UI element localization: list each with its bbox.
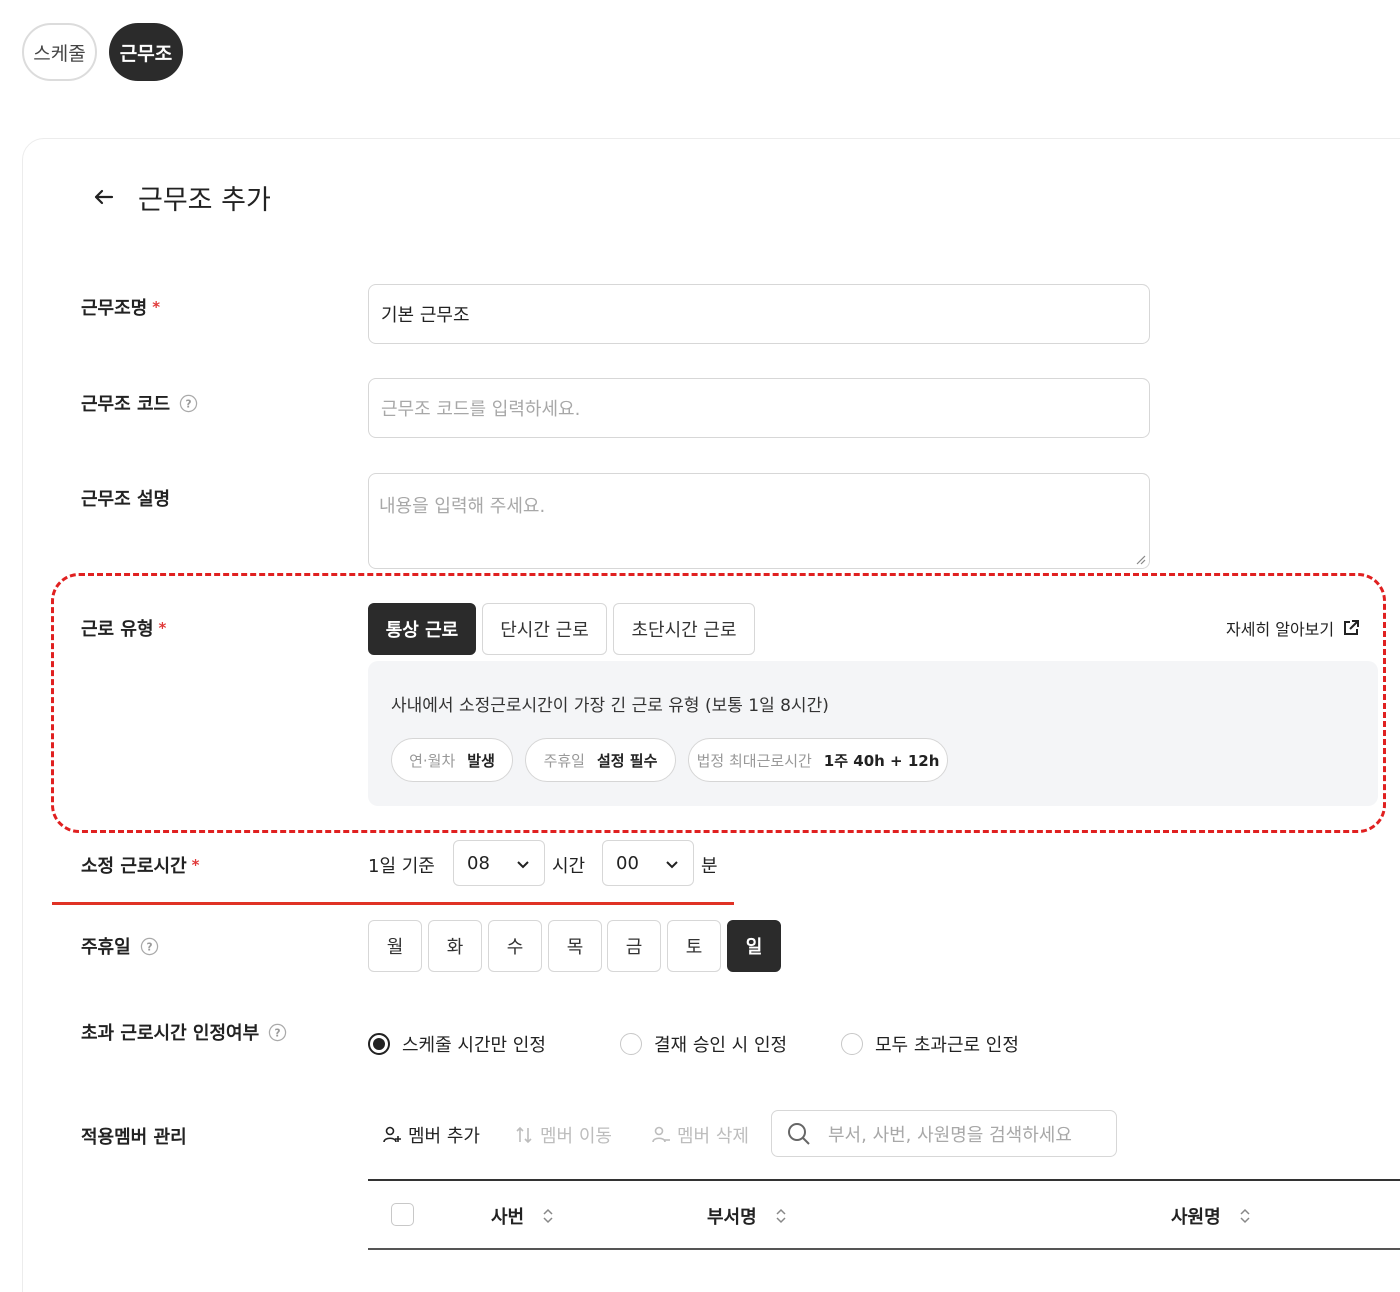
svg-text:?: ? [146,941,152,953]
sort-icon[interactable] [1239,1207,1251,1225]
overtime-option-schedule-only[interactable]: 스케줄 시간만 인정 [368,1031,546,1057]
work-type-description: 사내에서 소정근로시간이 가장 긴 근로 유형 (보통 1일 8시간) [391,696,829,716]
member-search-input[interactable]: 부서, 사번, 사원명을 검색하세요 [771,1110,1117,1157]
work-type-part-time[interactable]: 단시간 근로 [482,603,607,655]
shift-description-textarea[interactable]: 내용을 입력해 주세요. [368,473,1150,569]
radio-unselected[interactable] [620,1033,642,1055]
table-header-bottom-border [368,1248,1400,1250]
add-user-icon [383,1126,401,1143]
work-hours-label: 소정 근로시간 * [81,856,200,877]
hours-select[interactable]: 08 [453,840,545,886]
shift-name-label: 근무조명 * [81,298,161,319]
add-member-button[interactable]: 멤버 추가 [382,1122,480,1148]
day-thu[interactable]: 목 [548,920,602,972]
weekly-holiday-label: 주휴일 ? [81,933,159,959]
page-title: 근무조 추가 [138,185,271,216]
work-type-label: 근로 유형 * [81,619,167,640]
shift-name-input[interactable]: 기본 근무조 [368,284,1150,344]
remove-user-icon [652,1126,670,1143]
work-type-short-time[interactable]: 초단시간 근로 [613,603,755,655]
chip-annual-leave: 연·월차 발생 [391,738,513,782]
shift-description-label: 근무조 설명 [81,489,171,510]
work-type-regular[interactable]: 통상 근로 [368,603,476,655]
description-placeholder: 내용을 입력해 주세요. [379,496,546,517]
hours-unit: 시간 [552,856,586,877]
column-department[interactable]: 부서명 [707,1203,787,1229]
column-employee-name[interactable]: 사원명 [1171,1203,1251,1229]
resize-handle-icon[interactable] [1134,553,1146,565]
sort-icon[interactable] [542,1207,554,1225]
day-sun[interactable]: 일 [727,920,781,972]
chip-weekly-holiday: 주휴일 설정 필수 [525,738,676,782]
day-sat[interactable]: 토 [667,920,721,972]
overtime-label: 초과 근로시간 인정여부 ? [81,1019,287,1045]
external-link-icon [1344,620,1360,635]
help-icon[interactable]: ? [140,937,159,956]
learn-more-link[interactable]: 자세히 알아보기 [1226,616,1360,640]
shift-code-label: 근무조 코드 ? [81,390,198,416]
table-header-top-border [368,1179,1400,1181]
chip-max-hours: 법정 최대근로시간 1주 40h + 12h [688,738,948,782]
svg-text:?: ? [275,1027,281,1039]
tab-schedule[interactable]: 스케줄 [22,23,97,81]
radio-unselected[interactable] [841,1033,863,1055]
chevron-down-icon [666,861,678,869]
day-tue[interactable]: 화 [428,920,482,972]
sort-icon[interactable] [775,1207,787,1225]
select-all-checkbox[interactable] [391,1203,414,1226]
search-icon [788,1122,810,1145]
radio-selected[interactable] [368,1033,390,1055]
members-label: 적용멤버 관리 [81,1127,187,1148]
minutes-unit: 분 [701,856,718,877]
tab-shift[interactable]: 근무조 [109,23,183,81]
overtime-option-all[interactable]: 모두 초과근로 인정 [841,1031,1019,1057]
delete-member-button[interactable]: 멤버 삭제 [651,1122,749,1148]
chevron-down-icon [517,861,529,869]
move-member-button[interactable]: 멤버 이동 [514,1122,612,1148]
highlight-underline [52,902,734,905]
back-arrow-icon[interactable] [90,183,118,211]
help-icon[interactable]: ? [179,394,198,413]
svg-text:?: ? [186,398,192,410]
work-hours-prefix: 1일 기준 [368,856,435,877]
day-fri[interactable]: 금 [607,920,661,972]
shift-code-input[interactable]: 근무조 코드를 입력하세요. [368,378,1150,438]
work-type-info-box: 사내에서 소정근로시간이 가장 긴 근로 유형 (보통 1일 8시간) 연·월차… [368,661,1378,806]
day-wed[interactable]: 수 [488,920,542,972]
day-mon[interactable]: 월 [368,920,422,972]
overtime-option-approval[interactable]: 결재 승인 시 인정 [620,1031,787,1057]
sort-arrows-icon [516,1126,532,1144]
minutes-select[interactable]: 00 [602,840,694,886]
help-icon[interactable]: ? [268,1023,287,1042]
column-employee-id[interactable]: 사번 [491,1203,554,1229]
